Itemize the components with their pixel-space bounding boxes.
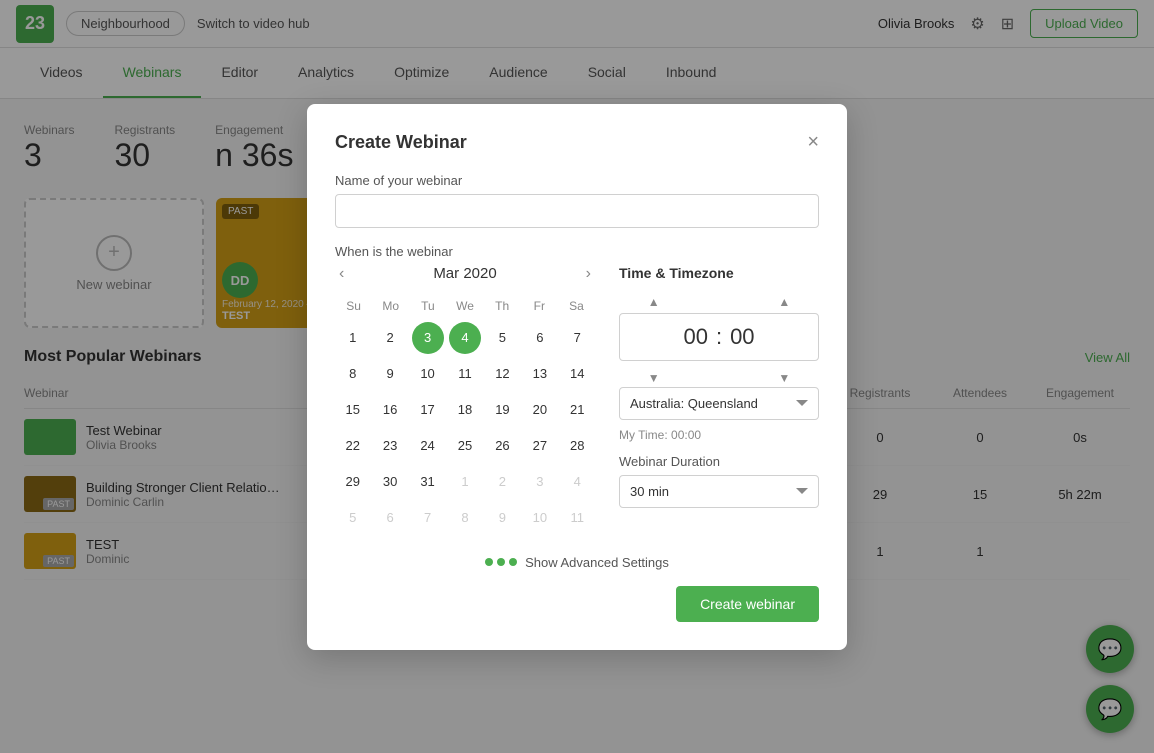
modal-header: Create Webinar × bbox=[335, 132, 819, 153]
cal-day-31[interactable]: 31 bbox=[412, 466, 444, 498]
hours-down-button[interactable]: ▼ bbox=[640, 369, 668, 387]
cal-day-14[interactable]: 14 bbox=[561, 358, 593, 390]
dots-decoration bbox=[485, 558, 517, 566]
cal-day-apr-4[interactable]: 4 bbox=[561, 466, 593, 498]
cal-day-apr-5[interactable]: 5 bbox=[337, 502, 369, 534]
cal-day-21[interactable]: 21 bbox=[561, 394, 593, 426]
cal-day-3-today[interactable]: 3 bbox=[412, 322, 444, 354]
dot-1 bbox=[485, 558, 493, 566]
cal-day-22[interactable]: 22 bbox=[337, 430, 369, 462]
cal-day-apr-10[interactable]: 10 bbox=[524, 502, 556, 534]
show-advanced-settings-link[interactable]: Show Advanced Settings bbox=[525, 555, 669, 570]
time-up-area: ▲ ▲ bbox=[619, 293, 819, 311]
create-webinar-button[interactable]: Create webinar bbox=[676, 586, 819, 622]
cal-day-4-selected[interactable]: 4 bbox=[449, 322, 481, 354]
duration-label: Webinar Duration bbox=[619, 454, 819, 469]
day-header-mo: Mo bbox=[372, 295, 409, 317]
day-header-sa: Sa bbox=[558, 295, 595, 317]
calendar-header: Su Mo Tu We Th Fr Sa bbox=[335, 295, 595, 317]
calendar-next-button[interactable]: › bbox=[582, 265, 595, 283]
cal-day-11[interactable]: 11 bbox=[449, 358, 481, 390]
cal-day-27[interactable]: 27 bbox=[524, 430, 556, 462]
cal-day-10[interactable]: 10 bbox=[412, 358, 444, 390]
cal-day-17[interactable]: 17 bbox=[412, 394, 444, 426]
calendar-nav: ‹ Mar 2020 › bbox=[335, 265, 595, 283]
day-header-su: Su bbox=[335, 295, 372, 317]
minutes-up-button[interactable]: ▲ bbox=[770, 293, 798, 311]
cal-day-29[interactable]: 29 bbox=[337, 466, 369, 498]
my-time-value: 00:00 bbox=[671, 428, 701, 442]
cal-day-23[interactable]: 23 bbox=[374, 430, 406, 462]
cal-day-26[interactable]: 26 bbox=[486, 430, 518, 462]
cal-day-12[interactable]: 12 bbox=[486, 358, 518, 390]
cal-day-8[interactable]: 8 bbox=[337, 358, 369, 390]
hours-value: 00 bbox=[683, 324, 707, 350]
cal-day-28[interactable]: 28 bbox=[561, 430, 593, 462]
modal-title: Create Webinar bbox=[335, 132, 467, 153]
cal-day-15[interactable]: 15 bbox=[337, 394, 369, 426]
modal-close-button[interactable]: × bbox=[807, 132, 819, 152]
calendar-body: 1 2 3 4 5 6 7 8 9 10 11 12 13 1 bbox=[335, 321, 595, 535]
cal-day-25[interactable]: 25 bbox=[449, 430, 481, 462]
dot-3 bbox=[509, 558, 517, 566]
cal-day-6[interactable]: 6 bbox=[524, 322, 556, 354]
cal-day-apr-1[interactable]: 1 bbox=[449, 466, 481, 498]
calendar-grid: Su Mo Tu We Th Fr Sa 1 2 3 4 5 bbox=[335, 295, 595, 535]
cal-day-16[interactable]: 16 bbox=[374, 394, 406, 426]
time-section: Time & Timezone ▲ ▲ 00 : 00 ▼ ▼ bbox=[619, 265, 819, 535]
time-colon: : bbox=[716, 324, 722, 350]
day-header-tu: Tu bbox=[409, 295, 446, 317]
cal-day-19[interactable]: 19 bbox=[486, 394, 518, 426]
day-header-we: We bbox=[446, 295, 483, 317]
when-label: When is the webinar bbox=[335, 244, 819, 259]
cal-day-18[interactable]: 18 bbox=[449, 394, 481, 426]
cal-day-1[interactable]: 1 bbox=[337, 322, 369, 354]
cal-day-20[interactable]: 20 bbox=[524, 394, 556, 426]
cal-day-apr-6[interactable]: 6 bbox=[374, 502, 406, 534]
timezone-select[interactable]: Australia: Queensland Australia: Sydney … bbox=[619, 387, 819, 420]
cal-day-30[interactable]: 30 bbox=[374, 466, 406, 498]
modal-footer: Create webinar bbox=[335, 586, 819, 622]
cal-day-apr-8[interactable]: 8 bbox=[449, 502, 481, 534]
modal-overlay: Create Webinar × Name of your webinar Wh… bbox=[0, 0, 1154, 753]
advanced-settings-row: Show Advanced Settings bbox=[335, 555, 819, 570]
duration-select[interactable]: 15 min 30 min 45 min 1 hour 1.5 hours 2 … bbox=[619, 475, 819, 508]
cal-day-9[interactable]: 9 bbox=[374, 358, 406, 390]
time-display: 00 : 00 bbox=[619, 313, 819, 361]
cal-day-apr-7[interactable]: 7 bbox=[412, 502, 444, 534]
cal-day-13[interactable]: 13 bbox=[524, 358, 556, 390]
cal-day-24[interactable]: 24 bbox=[412, 430, 444, 462]
time-timezone-label: Time & Timezone bbox=[619, 265, 819, 281]
day-header-fr: Fr bbox=[521, 295, 558, 317]
cal-day-apr-2[interactable]: 2 bbox=[486, 466, 518, 498]
cal-day-apr-3[interactable]: 3 bbox=[524, 466, 556, 498]
day-header-th: Th bbox=[484, 295, 521, 317]
modal-body: ‹ Mar 2020 › Su Mo Tu We Th Fr Sa bbox=[335, 265, 819, 535]
cal-day-5[interactable]: 5 bbox=[486, 322, 518, 354]
webinar-name-input[interactable] bbox=[335, 194, 819, 228]
calendar-prev-button[interactable]: ‹ bbox=[335, 265, 348, 283]
cal-day-apr-11[interactable]: 11 bbox=[561, 502, 593, 534]
cal-day-7[interactable]: 7 bbox=[561, 322, 593, 354]
time-down-area: ▼ ▼ bbox=[619, 369, 819, 387]
dot-2 bbox=[497, 558, 505, 566]
hours-up-button[interactable]: ▲ bbox=[640, 293, 668, 311]
calendar-month: Mar 2020 bbox=[433, 265, 496, 282]
minutes-value: 00 bbox=[730, 324, 754, 350]
cal-day-apr-9[interactable]: 9 bbox=[486, 502, 518, 534]
minutes-down-button[interactable]: ▼ bbox=[770, 369, 798, 387]
cal-day-2[interactable]: 2 bbox=[374, 322, 406, 354]
webinar-name-label: Name of your webinar bbox=[335, 173, 819, 188]
my-time-label: My Time: bbox=[619, 428, 668, 442]
calendar-section: ‹ Mar 2020 › Su Mo Tu We Th Fr Sa bbox=[335, 265, 595, 535]
create-webinar-modal: Create Webinar × Name of your webinar Wh… bbox=[307, 104, 847, 650]
my-time: My Time: 00:00 bbox=[619, 428, 819, 442]
